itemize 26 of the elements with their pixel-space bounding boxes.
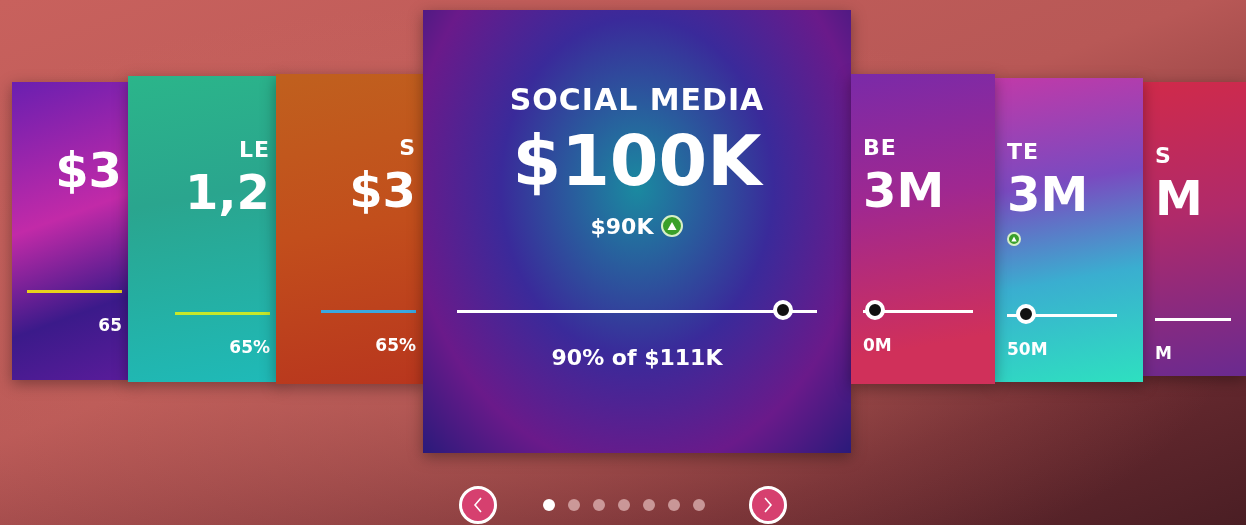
card-title: BE bbox=[863, 134, 897, 162]
card-value: 3M bbox=[1007, 166, 1089, 222]
previous-value: $90K bbox=[590, 213, 654, 239]
stat-card[interactable]: S $3 65% bbox=[276, 74, 426, 384]
card-title: TE bbox=[1007, 138, 1040, 166]
card-title: S bbox=[399, 134, 416, 162]
card-value: $3 bbox=[349, 162, 416, 218]
card-value: M bbox=[1155, 170, 1203, 226]
card-value: 3M bbox=[863, 162, 945, 218]
card-title: SOCIAL MEDIA bbox=[509, 82, 765, 118]
stat-card[interactable]: S M M bbox=[1143, 82, 1246, 376]
stat-card[interactable]: TE 3M 50M bbox=[995, 78, 1143, 382]
stat-card[interactable]: SOCIAL MEDIA $100K $90K 90% of $111K bbox=[423, 10, 851, 453]
card-value: 1,2 bbox=[184, 164, 270, 220]
card-caption: M bbox=[1155, 343, 1172, 363]
card-value: $100K bbox=[512, 119, 762, 204]
stat-card[interactable]: BE 3M 0M bbox=[851, 74, 995, 384]
card-caption: 0M bbox=[863, 335, 892, 355]
card-title: S bbox=[1155, 142, 1172, 170]
card-caption: 65% bbox=[375, 335, 416, 355]
card-title: LE bbox=[238, 136, 270, 164]
card-caption: 65% bbox=[229, 337, 270, 357]
card-caption: 65 bbox=[98, 315, 122, 335]
card-caption: 50M bbox=[1007, 339, 1048, 359]
card-value: $3 bbox=[55, 142, 122, 198]
card-caption: 90% of $111K bbox=[551, 345, 723, 370]
